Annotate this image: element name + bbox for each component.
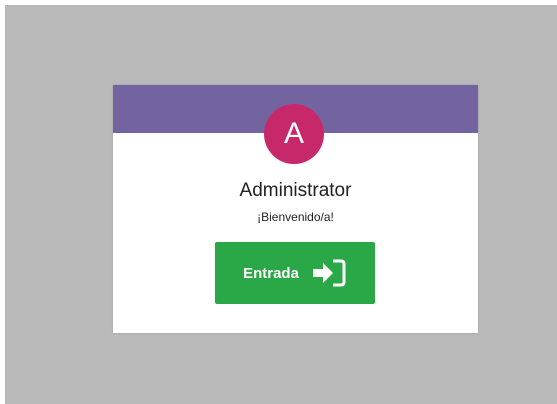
- welcome-text: ¡Bienvenido/a!: [257, 210, 334, 224]
- page-background: A Administrator ¡Bienvenido/a! Entrada: [5, 5, 557, 404]
- login-button[interactable]: Entrada: [215, 242, 375, 304]
- sign-in-icon: [311, 258, 347, 288]
- user-avatar: A: [264, 104, 324, 164]
- username-title: Administrator: [239, 180, 352, 201]
- login-button-label: Entrada: [243, 264, 299, 282]
- login-card: A Administrator ¡Bienvenido/a! Entrada: [113, 85, 478, 333]
